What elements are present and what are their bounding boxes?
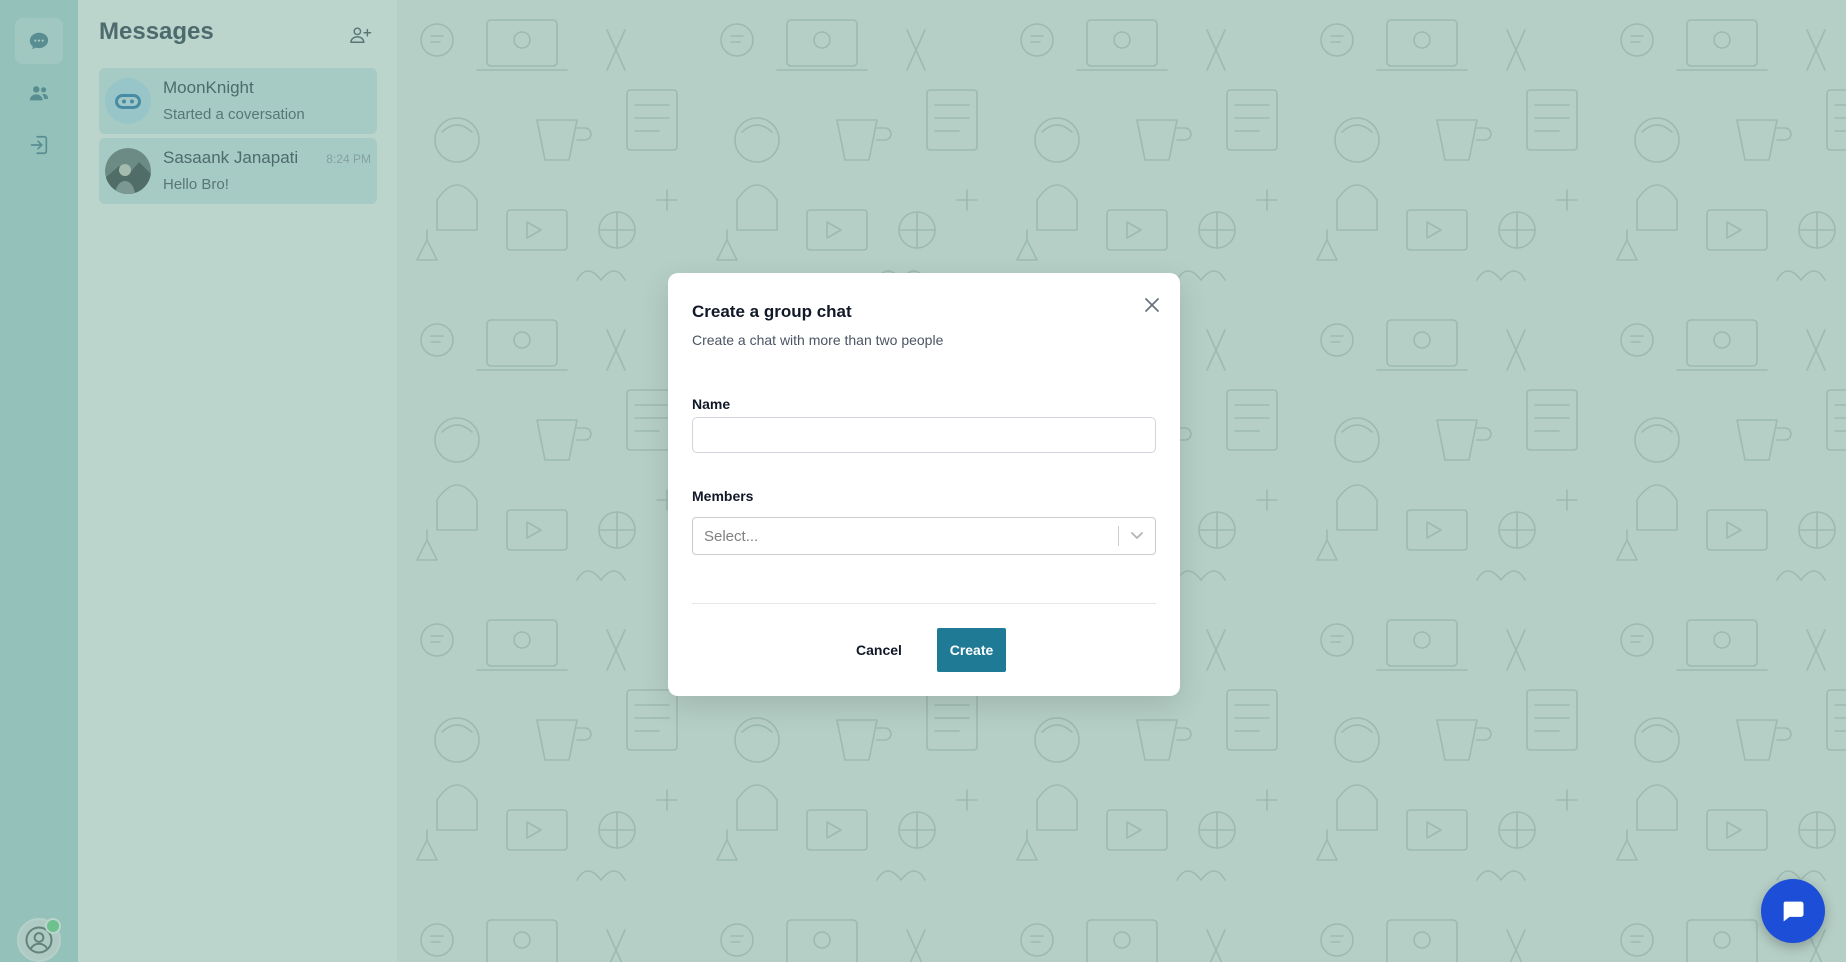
create-group-modal: Create a group chat Create a chat with m… xyxy=(668,273,1180,696)
select-separator xyxy=(1118,526,1119,546)
group-name-input[interactable] xyxy=(692,417,1156,453)
modal-divider xyxy=(692,603,1156,604)
close-button[interactable] xyxy=(1140,293,1164,317)
name-label: Name xyxy=(692,396,731,412)
members-label: Members xyxy=(692,488,754,504)
cancel-button[interactable]: Cancel xyxy=(844,628,914,672)
chevron-down-icon[interactable] xyxy=(1125,525,1149,547)
members-select[interactable]: Select... xyxy=(692,517,1156,555)
message-square-icon xyxy=(1783,901,1804,922)
close-icon xyxy=(1145,298,1159,312)
modal-title: Create a group chat xyxy=(692,302,852,321)
members-select-placeholder: Select... xyxy=(704,528,759,545)
modal-subtitle: Create a chat with more than two people xyxy=(692,332,944,348)
floating-chat-button[interactable] xyxy=(1761,879,1825,943)
create-button[interactable]: Create xyxy=(937,628,1006,672)
